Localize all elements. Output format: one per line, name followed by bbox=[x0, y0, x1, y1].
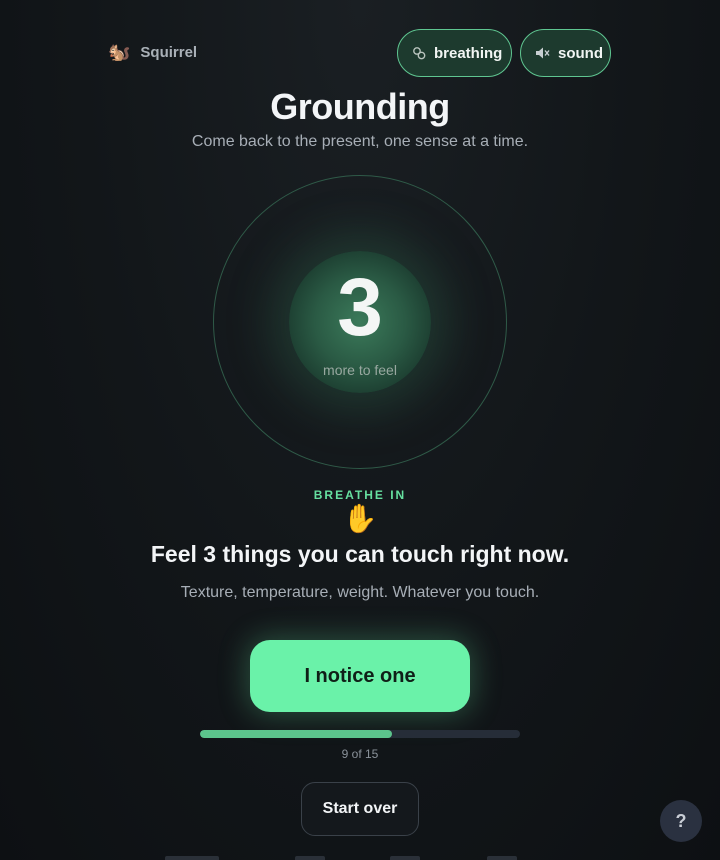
bottom-nav-item bbox=[295, 856, 325, 860]
remaining-count: 3 bbox=[337, 262, 383, 353]
bottom-nav-item bbox=[390, 856, 420, 860]
brand: 🐿️ Squirrel bbox=[108, 42, 197, 62]
breathing-toggle[interactable]: breathing bbox=[397, 29, 512, 77]
sound-toggle[interactable]: sound bbox=[520, 29, 611, 77]
squirrel-icon: 🐿️ bbox=[108, 42, 131, 62]
hand-icon: ✋ bbox=[342, 503, 378, 534]
page-title: Grounding bbox=[270, 86, 450, 127]
bottom-nav-item bbox=[487, 856, 517, 860]
brand-name: Squirrel bbox=[140, 43, 198, 61]
breathing-icon bbox=[412, 46, 426, 60]
step-hint: Texture, temperature, weight. Whatever y… bbox=[180, 584, 540, 601]
page-subtitle: Come back to the present, one sense at a… bbox=[191, 133, 529, 150]
progress-text: 9 of 15 bbox=[341, 747, 379, 761]
progress-bar bbox=[200, 730, 520, 738]
sound-toggle-label: sound bbox=[558, 44, 603, 62]
step-prompt: Feel 3 things you can touch right now. bbox=[150, 541, 570, 567]
speaker-muted-icon bbox=[535, 46, 550, 60]
start-over-button[interactable]: Start over bbox=[301, 782, 419, 836]
bottom-nav-peek bbox=[0, 856, 720, 860]
bottom-nav-item bbox=[165, 856, 219, 860]
progress-fill bbox=[200, 730, 392, 738]
notice-button[interactable]: I notice one bbox=[250, 640, 470, 712]
breath-cue: BREATHE IN bbox=[313, 488, 407, 502]
remaining-label: more to feel bbox=[323, 362, 397, 378]
help-button[interactable]: ? bbox=[660, 800, 702, 842]
breathing-toggle-label: breathing bbox=[434, 44, 503, 62]
